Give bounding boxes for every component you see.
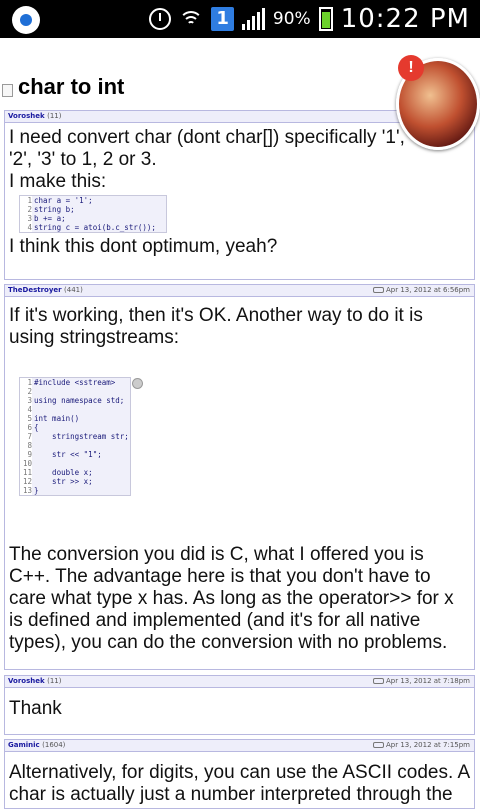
clock: 10:22 PM <box>340 4 470 34</box>
post-text: I make this: <box>9 171 107 192</box>
code-line: 2 <box>20 387 130 396</box>
wifi-icon <box>179 9 204 29</box>
author-name[interactable]: Voroshek <box>8 677 45 685</box>
code-line: 11 double x; <box>20 468 130 477</box>
author-name[interactable]: TheDestroyer <box>8 286 62 294</box>
author-rep: (1604) <box>42 741 66 749</box>
code-line: 4 <box>20 405 130 414</box>
notification-badge: 1 <box>211 7 234 31</box>
code-line: 1 #include <sstream> <box>20 378 130 387</box>
post-text: Alternatively, for digits, you can use t… <box>9 762 470 805</box>
post-text: Thank <box>9 698 62 719</box>
post-text: I think this dont optimum, yeah? <box>9 236 278 257</box>
post-author[interactable]: TheDestroyer (441) <box>8 285 83 295</box>
post-date[interactable]: Apr 13, 2012 at 7:18pm <box>373 676 470 686</box>
post-body: Alternatively, for digits, you can use t… <box>5 752 474 806</box>
status-bar: 1 90% 10:22 PM <box>0 0 480 38</box>
battery-percent: 90% <box>272 9 311 29</box>
post-date[interactable]: Apr 13, 2012 at 6:56pm <box>373 285 470 295</box>
author-name[interactable]: Gaminic <box>8 741 40 749</box>
messenger-icon[interactable] <box>12 6 40 34</box>
code-line: 4 string c = atoi(b.c_str()); <box>20 223 166 232</box>
post-author[interactable]: Gaminic (1604) <box>8 740 65 750</box>
author-name[interactable]: Voroshek <box>8 112 45 120</box>
post: Voroshek (11) Apr 13, 2012 at 7:18pm Tha… <box>4 675 475 735</box>
code-line: 5 int main() <box>20 414 130 423</box>
post-header: Voroshek (11) Apr 13, 2012 at 7:18pm <box>5 676 474 688</box>
code-line: 7 stringstream str; <box>20 432 130 441</box>
post-author[interactable]: Voroshek (11) <box>8 676 61 686</box>
code-line: 10 <box>20 459 130 468</box>
post-body: If it's working, then it's OK. Another w… <box>5 297 474 654</box>
code-line: 6{ <box>20 423 130 432</box>
author-rep: (441) <box>64 286 83 294</box>
post-body: I need convert char (dont char[]) specif… <box>5 123 474 258</box>
post-text: If it's working, then it's OK. Another w… <box>9 305 423 348</box>
document-icon <box>2 84 13 97</box>
code-line: 12 str >> x; <box>20 477 130 486</box>
page-title: char to int <box>18 74 125 99</box>
post-text: The conversion you did is C, what I offe… <box>9 544 454 653</box>
code-line: 2 string b; <box>20 205 166 214</box>
post: TheDestroyer (441) Apr 13, 2012 at 6:56p… <box>4 284 475 670</box>
code-line: 1 char a = '1'; <box>20 196 166 205</box>
post: Gaminic (1604) Apr 13, 2012 at 7:15pm Al… <box>4 739 475 809</box>
code-options-icon[interactable] <box>132 378 143 389</box>
author-rep: (11) <box>47 112 62 120</box>
code-line: 8 <box>20 441 130 450</box>
code-block: 1 #include <sstream> 2 3 using namespace s… <box>19 377 143 496</box>
post-text: I need convert char (dont char[]) specif… <box>9 127 405 170</box>
battery-icon <box>318 7 333 31</box>
chat-head-badge: ! <box>398 55 424 81</box>
alarm-icon <box>149 8 172 30</box>
post-header: TheDestroyer (441) Apr 13, 2012 at 6:56p… <box>5 285 474 297</box>
code-line: 9 str << "1"; <box>20 450 130 459</box>
code-block: 1 char a = '1'; 2 string b; 3b += a; 4 stri… <box>19 195 167 233</box>
post-date[interactable]: Apr 13, 2012 at 7:15pm <box>373 740 470 750</box>
code-line: 3b += a; <box>20 214 166 223</box>
author-rep: (11) <box>47 677 62 685</box>
post-author[interactable]: Voroshek (11) <box>8 111 61 121</box>
signal-icon <box>241 8 265 30</box>
status-icons: 1 90% 10:22 PM <box>149 4 470 34</box>
code-line: 3 using namespace std; <box>20 396 130 405</box>
code-line: 13} <box>20 486 130 495</box>
post-body: Thank <box>5 688 474 720</box>
post: Voroshek (11) I need convert char (dont … <box>4 110 475 280</box>
post-header: Gaminic (1604) Apr 13, 2012 at 7:15pm <box>5 740 474 752</box>
